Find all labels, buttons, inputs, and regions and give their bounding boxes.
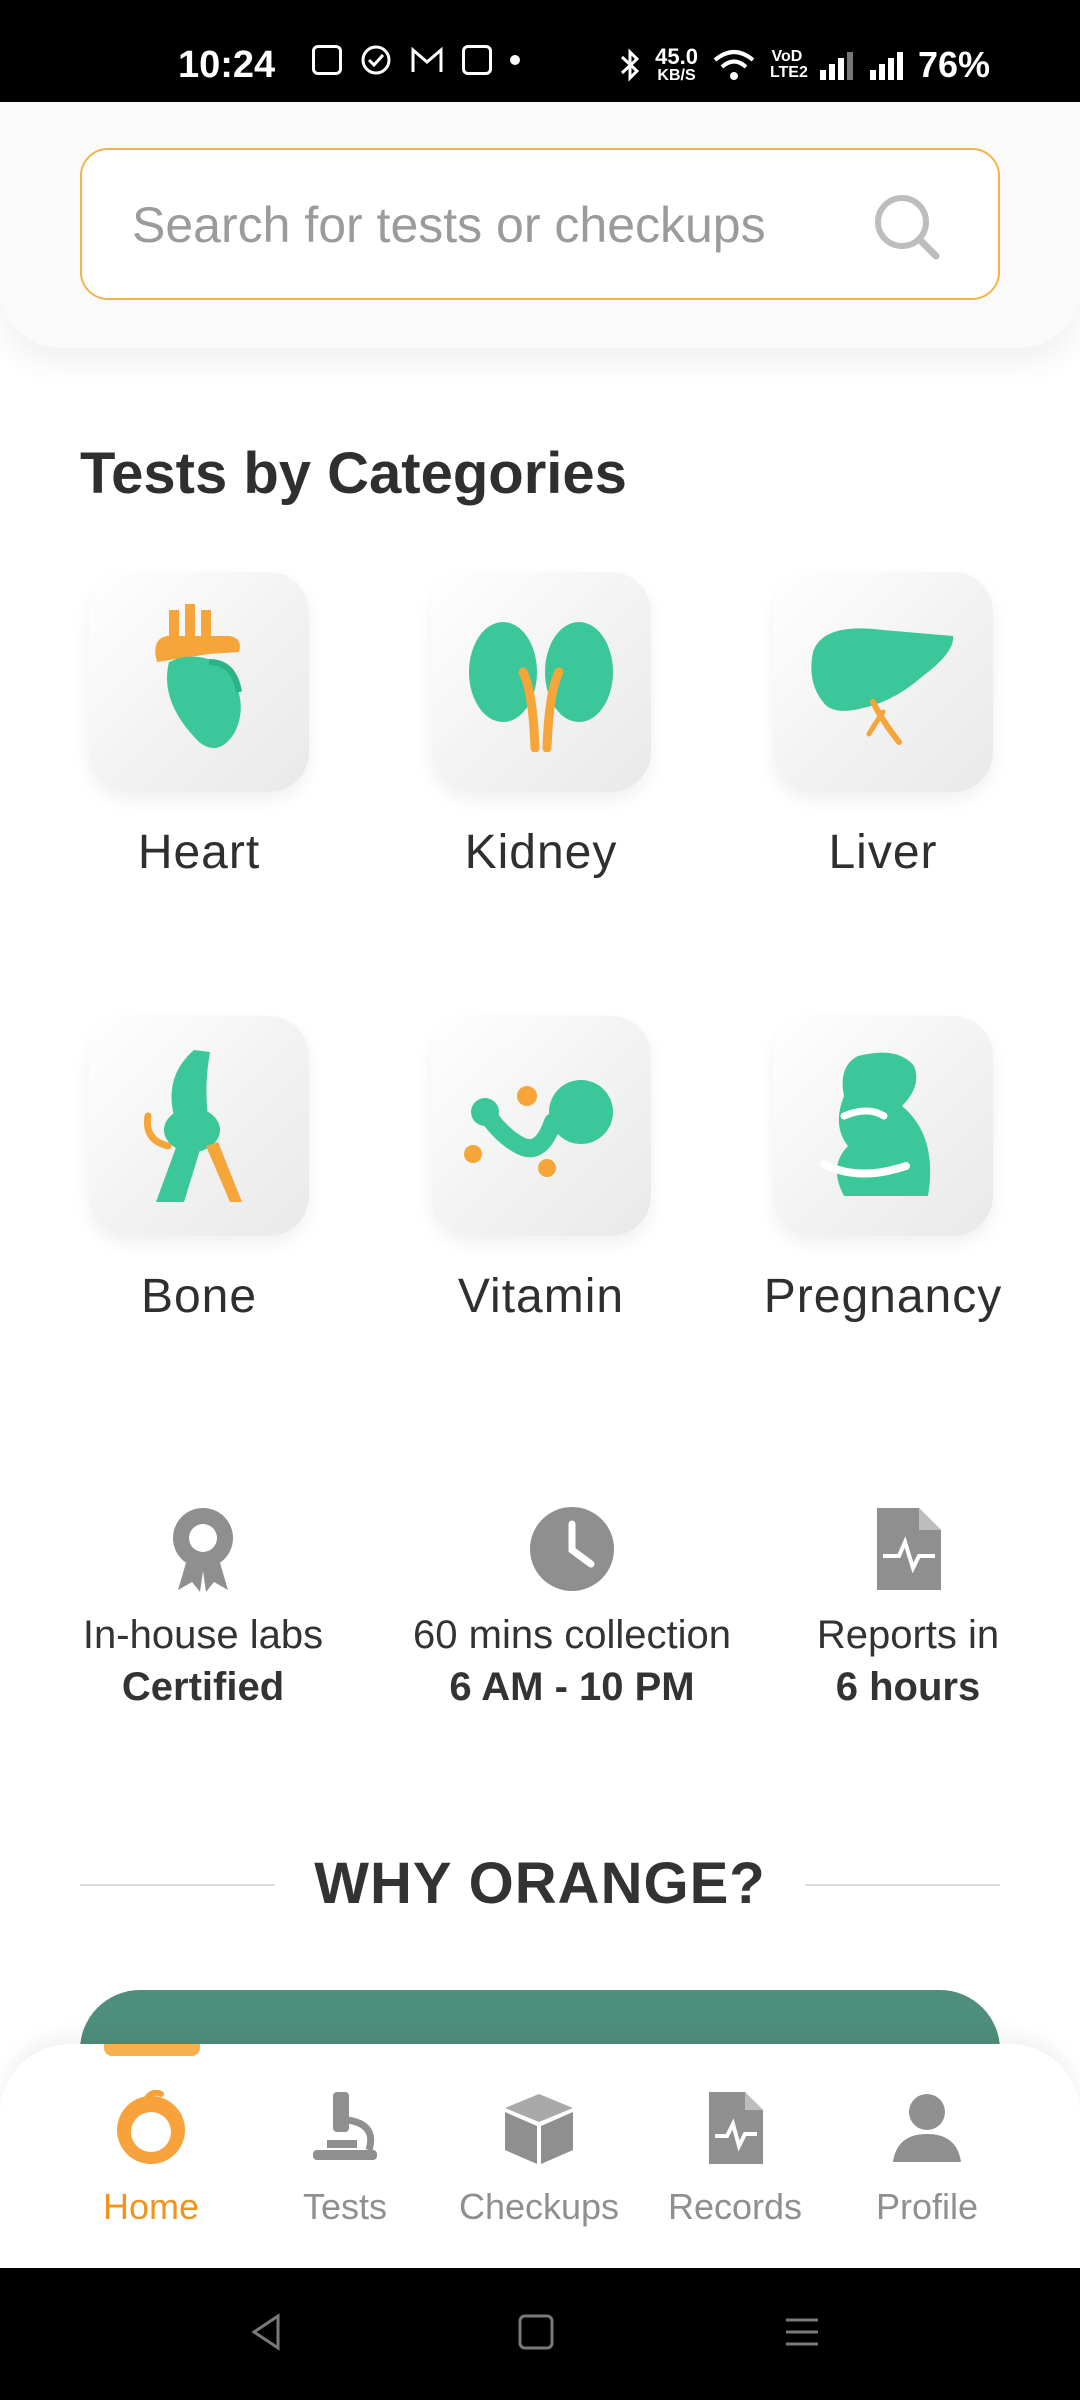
certified-badge-icon [173,1508,233,1592]
vitamin-icon [464,1080,613,1177]
nav-records[interactable]: Records [640,2090,830,2228]
feature-line2: 6 hours [835,1665,981,1709]
search-input[interactable] [130,150,854,300]
nav-label: Profile [875,2186,979,2227]
check-circle-icon [361,45,391,75]
wifi-icon [713,50,755,80]
category-tile[interactable] [431,1016,651,1236]
feature-line2: Certified [121,1665,285,1709]
network-speed-unit: KB/S [657,67,696,84]
network-speed-value: 45.0 [655,44,698,69]
nav-home[interactable]: Home [56,2090,246,2228]
signal-icon-1 [819,52,853,80]
category-label: Bone [140,1270,258,1323]
microscope-icon [313,2092,377,2160]
pregnancy-icon [820,1052,931,1196]
section-title-categories: Tests by Categories [80,441,627,506]
feature-line2: 6 AM - 10 PM [449,1665,695,1709]
back-icon[interactable] [246,2312,286,2352]
category-label: Liver [828,826,938,879]
gmail-icon [411,46,443,72]
liver-icon [811,628,954,745]
category-tile[interactable] [773,1016,993,1236]
system-navigation-bar [0,2268,1080,2400]
search-bar[interactable] [80,148,1000,300]
category-label: Pregnancy [763,1270,1003,1323]
category-tile[interactable] [89,572,309,792]
feature-collection: 60 mins collection 6 AM - 10 PM [402,1504,742,1713]
search-icon[interactable] [870,190,942,262]
volte-indicator: VoD LTE2 [769,48,808,81]
recents-menu-icon[interactable] [782,2312,822,2352]
signal-icon-2 [869,52,903,80]
category-tile[interactable] [773,572,993,792]
category-label: Vitamin [457,1270,625,1323]
divider-right [805,1884,1000,1886]
report-icon [877,1508,941,1590]
feature-line1: 60 mins collection [413,1613,731,1657]
system-status-icons: 45.0 KB/S VoD LTE2 76% [619,44,990,86]
feature-line1: In-house labs [82,1613,324,1657]
category-liver[interactable]: Liver [758,572,1008,884]
more-notifications-dot [510,55,520,65]
nav-label: Records [667,2186,803,2227]
person-icon [893,2094,961,2162]
nav-label: Home [102,2186,200,2227]
feature-reports: Reports in 6 hours [738,1504,1078,1713]
status-bar: 10:24 45.0 KB/S VoD LTE2 76% [0,0,1080,102]
category-pregnancy[interactable]: Pregnancy [758,1016,1008,1328]
heart-icon [155,604,242,749]
nav-profile[interactable]: Profile [832,2090,1022,2228]
notification-icons [312,44,520,76]
bluetooth-icon [621,48,640,82]
category-tile[interactable] [431,572,651,792]
orange-home-icon [117,2090,185,2164]
box-icon [505,2094,573,2164]
category-vitamin[interactable]: Vitamin [416,1016,666,1328]
clock-icon [530,1507,614,1591]
category-heart[interactable]: Heart [74,572,324,884]
app-notification-icon [312,45,342,75]
category-bone[interactable]: Bone [74,1016,324,1328]
nav-label: Tests [302,2186,388,2227]
nav-label: Checkups [458,2186,620,2227]
bone-icon [143,1050,242,1202]
category-label: Kidney [464,826,618,879]
active-tab-indicator [104,2044,200,2056]
network-speed: 45.0 KB/S [655,46,698,84]
nav-tests[interactable]: Tests [250,2090,440,2228]
media-notification-icon [462,45,492,75]
category-label: Heart [137,826,261,879]
category-kidney[interactable]: Kidney [416,572,666,884]
status-time: 10:24 [178,44,276,86]
kidney-icon [469,622,613,752]
battery-percent: 76% [917,44,990,85]
category-tile[interactable] [89,1016,309,1236]
feature-line1: Reports in [816,1613,1000,1657]
why-orange-header: WHY ORANGE? [80,1850,1000,1920]
feature-inhouse-labs: In-house labs Certified [33,1504,373,1713]
record-file-icon [709,2092,763,2164]
home-square-icon[interactable] [516,2312,556,2352]
nav-checkups[interactable]: Checkups [444,2090,634,2228]
